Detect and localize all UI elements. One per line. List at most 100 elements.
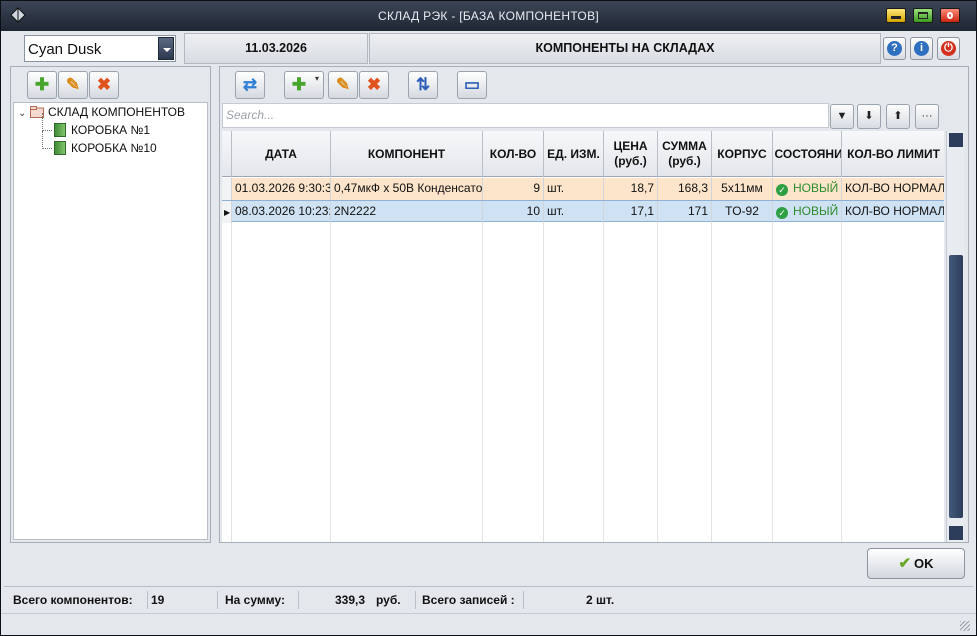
table-row[interactable]: ▶ 08.03.2026 10:23:412N2222 10 шт. 17,1 171 TO… xyxy=(222,200,944,223)
column-gridline xyxy=(841,177,842,542)
column-header[interactable]: КОРПУС xyxy=(712,131,773,177)
total-components-value: 19 xyxy=(151,593,165,607)
theme-select[interactable]: Cyan Dusk xyxy=(24,35,176,62)
components-grid[interactable]: ДАТА КОМПОНЕНТ КОЛ-ВО ЕД. ИЗМ. ЦЕНА (руб.) СУ… xyxy=(222,131,944,542)
sum-value: 339,3 xyxy=(335,593,366,607)
checkmark-circle-icon: ✓ xyxy=(776,184,788,196)
status-divider xyxy=(147,591,148,609)
window-button[interactable]: ▭ xyxy=(457,71,487,99)
column-header-label: ДАТА xyxy=(265,146,297,161)
more-button[interactable]: ··· xyxy=(915,104,939,129)
status-divider xyxy=(415,591,416,609)
maximize-button[interactable] xyxy=(913,8,933,23)
grid-header: ДАТА КОМПОНЕНТ КОЛ-ВО ЕД. ИЗМ. ЦЕНА (руб.) СУ… xyxy=(222,131,944,177)
sum-label: На сумму: xyxy=(225,593,285,607)
info-button[interactable]: i xyxy=(910,37,933,60)
filter-button[interactable]: ▼ xyxy=(830,104,854,129)
column-header[interactable]: КОЛ-ВО ЛИМИТ xyxy=(842,131,944,177)
edit-button[interactable]: ✎ xyxy=(328,71,358,99)
chevron-down-icon[interactable] xyxy=(158,37,174,60)
refresh-icon: ⇄ xyxy=(242,75,258,94)
cell-package: 5x11мм xyxy=(712,178,773,200)
cell-sum-text: 168,3 xyxy=(677,181,708,195)
column-gridline xyxy=(231,177,232,542)
minimize-button[interactable] xyxy=(886,8,906,23)
scroll-up-arrow-icon[interactable] xyxy=(949,133,963,147)
scrollbar-thumb[interactable] xyxy=(949,255,963,518)
box-icon xyxy=(54,141,66,155)
vertical-scrollbar[interactable] xyxy=(946,131,964,542)
help-button[interactable]: ? xyxy=(883,37,906,60)
refresh-button[interactable]: ⇄ xyxy=(235,71,265,99)
cell-limit: КОЛ-ВО НОРМАЛЬНОЕ xyxy=(842,201,944,223)
status-divider xyxy=(298,591,299,609)
cell-state: ✓ НОВЫЙ xyxy=(773,201,842,223)
close-button[interactable] xyxy=(940,8,960,23)
column-header[interactable]: ЦЕНА (руб.) xyxy=(604,131,658,177)
cell-unit-text: шт. xyxy=(547,204,565,218)
column-header-label: КОМПОНЕНТ xyxy=(367,146,446,161)
row-indicator[interactable]: ▶ xyxy=(222,201,232,223)
row-indicator[interactable] xyxy=(222,178,232,200)
delete-icon: ✖ xyxy=(366,75,382,94)
cell-limit-text: КОЛ-ВО НОРМАЛЬНОЕ xyxy=(845,204,944,218)
column-header[interactable]: СУММА (руб.) xyxy=(658,131,712,177)
column-header-label: КОЛ-ВО ЛИМИТ xyxy=(847,146,940,161)
resize-grip-icon[interactable] xyxy=(960,621,970,631)
cell-package-text: 5x11мм xyxy=(721,181,763,195)
table-row[interactable]: 01.03.2026 9:30:33 0,47мкФ х 50В Конденса… xyxy=(222,178,944,200)
window-title: СКЛАД РЭК - [БАЗА КОМПОНЕНТОВ] xyxy=(377,9,600,23)
delete-button[interactable]: ✖ xyxy=(359,71,389,99)
column-header[interactable]: СОСТОЯНИЕ xyxy=(773,131,842,177)
column-gridline xyxy=(772,177,773,542)
arrow-down-button[interactable]: ⬇ xyxy=(857,104,881,129)
cell-unit: шт. xyxy=(544,201,604,223)
window-icon: ▭ xyxy=(463,75,481,94)
column-header-label: ЦЕНА (руб.) xyxy=(613,139,648,168)
cell-date: 01.03.2026 9:30:33 xyxy=(232,178,331,200)
ok-button[interactable]: ✔ OK xyxy=(867,548,965,579)
warehouse-tree[interactable]: ⌄ СКЛАД КОМПОНЕНТОВ КОРОБКА №1 КОРОБКА №1… xyxy=(13,102,208,540)
arrow-down-icon: ⬇ xyxy=(864,110,874,122)
row-pointer-icon: ▶ xyxy=(224,208,231,217)
tree-item-box[interactable]: КОРОБКА №1 xyxy=(42,113,150,137)
window-footer xyxy=(1,613,976,635)
dropdown-caret-icon: ▾ xyxy=(314,74,319,83)
arrow-up-button[interactable]: ⬆ xyxy=(886,104,910,129)
column-header[interactable]: КОЛ-ВО xyxy=(483,131,544,177)
edit-button[interactable]: ✎ xyxy=(58,71,88,99)
expand-chevron-icon[interactable]: ⌄ xyxy=(18,108,30,119)
left-toolbar: ✚ ✎ ✖ xyxy=(27,68,137,100)
delete-button[interactable]: ✖ xyxy=(89,71,119,99)
row-indicator-header xyxy=(222,131,232,177)
cell-unit-text: шт. xyxy=(547,181,565,195)
column-header[interactable]: ДАТА xyxy=(232,131,331,177)
theme-select-value: Cyan Dusk xyxy=(28,41,102,58)
current-date: 11.03.2026 xyxy=(184,33,368,64)
checkmark-icon: ✔ xyxy=(898,555,912,572)
info-icon: i xyxy=(914,41,929,56)
column-gridline xyxy=(482,177,483,542)
tree-item-label: КОРОБКА №10 xyxy=(71,141,157,155)
power-button[interactable]: ⏻ xyxy=(937,37,960,60)
cell-component: 2N2222 xyxy=(331,201,483,223)
column-header-label: СОСТОЯНИЕ xyxy=(774,146,842,161)
tree-item-box[interactable]: КОРОБКА №10 xyxy=(42,131,157,155)
column-gridline xyxy=(330,177,331,542)
column-gridline xyxy=(603,177,604,542)
cell-date-text: 01.03.2026 9:30:33 xyxy=(235,181,331,195)
cell-qty-text: 10 xyxy=(526,204,540,218)
cell-date: 08.03.2026 10:23:41 xyxy=(232,201,331,223)
scroll-down-arrow-icon[interactable] xyxy=(949,526,963,540)
cell-price-text: 17,1 xyxy=(630,204,654,218)
search-input[interactable]: Search... xyxy=(222,103,829,128)
box-icon xyxy=(54,123,66,137)
column-header[interactable]: КОМПОНЕНТ xyxy=(331,131,483,177)
cell-sum: 171 xyxy=(658,201,712,223)
column-header-label: КОРПУС xyxy=(717,146,767,161)
sort-button[interactable]: ⇅ xyxy=(408,71,438,99)
column-header[interactable]: ЕД. ИЗМ. xyxy=(544,131,604,177)
add-dropdown-button[interactable]: ✚ ▾ xyxy=(284,71,324,99)
cell-component-text: 0,47мкФ х 50В Конденсатор xyxy=(334,181,483,195)
add-button[interactable]: ✚ xyxy=(27,71,57,99)
